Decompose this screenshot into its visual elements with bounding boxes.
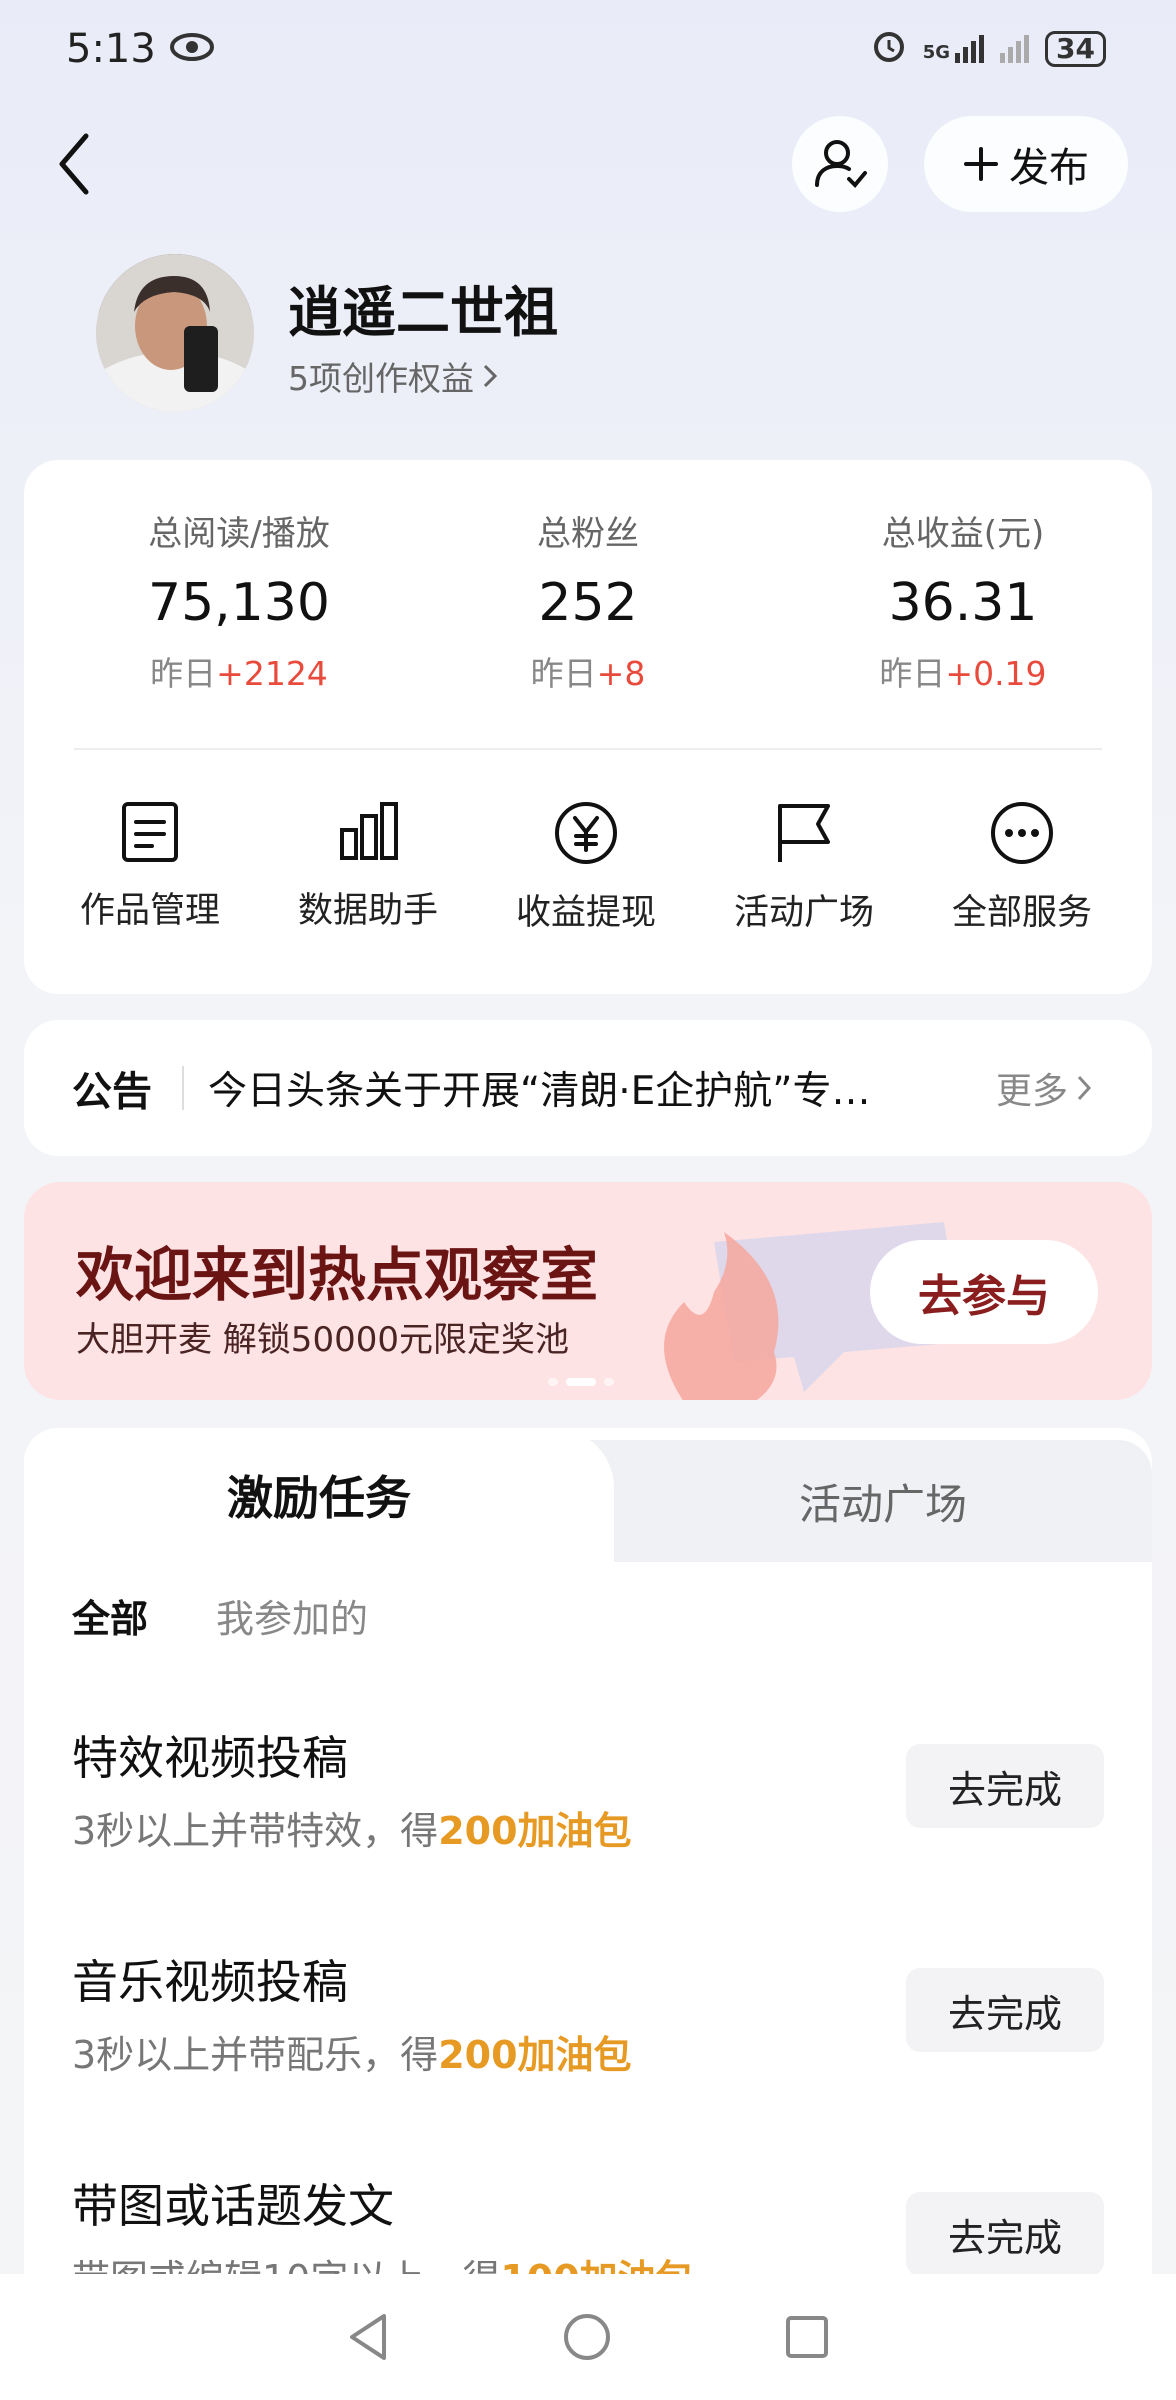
service-works-management[interactable]: 作品管理 <box>50 800 250 933</box>
publish-label: 发布 <box>1009 145 1089 191</box>
benefits-link[interactable]: 5项创作权益 <box>288 352 498 400</box>
alarm-icon <box>871 28 907 70</box>
notice-more-link[interactable]: 更多 <box>996 1062 1092 1114</box>
stat-reads[interactable]: 总阅读/播放 75,130 昨日+2124 <box>84 506 394 695</box>
nav-back-icon[interactable] <box>346 2312 390 2362</box>
stat-value: 36.31 <box>888 573 1038 633</box>
stat-income[interactable]: 总收益(元) 36.31 昨日+0.19 <box>808 506 1118 695</box>
task-description: 3秒以上并带特效，得200加油包 <box>72 1809 632 1853</box>
plus-icon <box>964 147 998 181</box>
service-label: 活动广场 <box>733 893 874 933</box>
chevron-right-icon <box>483 364 498 388</box>
battery-indicator: 34 <box>1045 31 1106 67</box>
carousel-indicator <box>548 1378 614 1386</box>
stat-value: 75,130 <box>148 573 330 633</box>
service-all-services[interactable]: 全部服务 <box>922 800 1122 935</box>
stat-delta: 昨日+0.19 <box>879 654 1047 693</box>
status-time: 5:13 <box>66 26 156 72</box>
user-follow-button[interactable] <box>792 116 888 212</box>
stat-label: 总收益(元) <box>881 514 1045 554</box>
complete-task-button[interactable]: 去完成 <box>906 2192 1104 2276</box>
network-type: 5G <box>922 42 951 63</box>
stat-delta: 昨日+8 <box>530 654 646 693</box>
flag-icon <box>778 804 830 862</box>
join-button[interactable]: 去参与 <box>870 1240 1098 1344</box>
complete-task-button[interactable]: 去完成 <box>906 1968 1104 2052</box>
hot-topic-banner[interactable]: 欢迎来到热点观察室 大胆开麦 解锁50000元限定奖池 去参与 <box>24 1182 1152 1400</box>
stat-fans[interactable]: 总粉丝 252 昨日+8 <box>433 506 743 695</box>
service-label: 全部服务 <box>951 893 1092 933</box>
service-activity-square[interactable]: 活动广场 <box>704 800 904 935</box>
task-description: 3秒以上并带配乐，得200加油包 <box>72 2033 632 2077</box>
username: 逍遥二世祖 <box>288 281 558 344</box>
user-check-icon <box>815 140 867 188</box>
notice-card[interactable]: 公告 今日头条关于开展“清朗·E企护航”专… 更多 <box>24 1020 1152 1156</box>
stat-value: 252 <box>538 573 638 633</box>
divider <box>74 748 1102 750</box>
stat-label: 总阅读/播放 <box>148 514 330 554</box>
nav-home-icon[interactable] <box>562 2312 612 2362</box>
nav-recents-icon[interactable] <box>784 2314 830 2360</box>
complete-task-button[interactable]: 去完成 <box>906 1744 1104 1828</box>
more-icon <box>991 802 1053 864</box>
notice-text: 今日头条关于开展“清朗·E企护航”专… <box>208 1069 871 1114</box>
status-bar-right: 5G 34 <box>871 28 1106 70</box>
stats-card: 总阅读/播放 75,130 昨日+2124 总粉丝 252 昨日+8 总收益(元… <box>24 460 1152 994</box>
chevron-right-icon <box>1077 1075 1092 1101</box>
publish-button[interactable]: 发布 <box>924 116 1128 212</box>
signal-empty-icon <box>1000 35 1030 63</box>
filter-all[interactable]: 全部 <box>72 1588 148 1643</box>
chevron-left-icon <box>59 133 89 195</box>
notice-tag: 公告 <box>72 1069 152 1115</box>
task-title: 特效视频投稿 <box>72 1731 348 1785</box>
service-data-assistant[interactable]: 数据助手 <box>268 800 468 933</box>
system-nav-bar <box>0 2274 1176 2400</box>
status-bar-left: 5:13 <box>66 26 214 72</box>
service-label: 作品管理 <box>79 891 220 931</box>
back-button[interactable] <box>44 124 104 204</box>
notice-divider <box>182 1066 184 1110</box>
task-panel: 激励任务 活动广场 全部 我参加的 特效视频投稿 3秒以上并带特效，得200加油… <box>24 1428 1152 2328</box>
yuan-icon <box>555 802 617 864</box>
banner-title: 欢迎来到热点观察室 <box>76 1241 599 1309</box>
service-label: 收益提现 <box>515 893 656 933</box>
task-title: 带图或话题发文 <box>72 2179 394 2233</box>
more-label: 更多 <box>996 1071 1069 1112</box>
document-icon <box>122 802 178 862</box>
service-income-withdraw[interactable]: 收益提现 <box>486 800 686 935</box>
task-title: 音乐视频投稿 <box>72 1955 348 2009</box>
tab-activity-square[interactable]: 活动广场 <box>614 1440 1152 1562</box>
benefits-label: 5项创作权益 <box>288 359 474 398</box>
bar-chart-icon <box>340 802 398 860</box>
avatar[interactable] <box>96 254 254 412</box>
service-label: 数据助手 <box>297 891 438 931</box>
banner-subtitle: 大胆开麦 解锁50000元限定奖池 <box>76 1320 569 1360</box>
signal-icon: 5G <box>922 35 985 63</box>
eye-icon <box>169 26 214 72</box>
tab-incentive-tasks[interactable]: 激励任务 <box>24 1428 614 1562</box>
stat-delta: 昨日+2124 <box>150 654 328 693</box>
filter-mine[interactable]: 我参加的 <box>216 1588 368 1643</box>
stat-label: 总粉丝 <box>537 514 639 554</box>
